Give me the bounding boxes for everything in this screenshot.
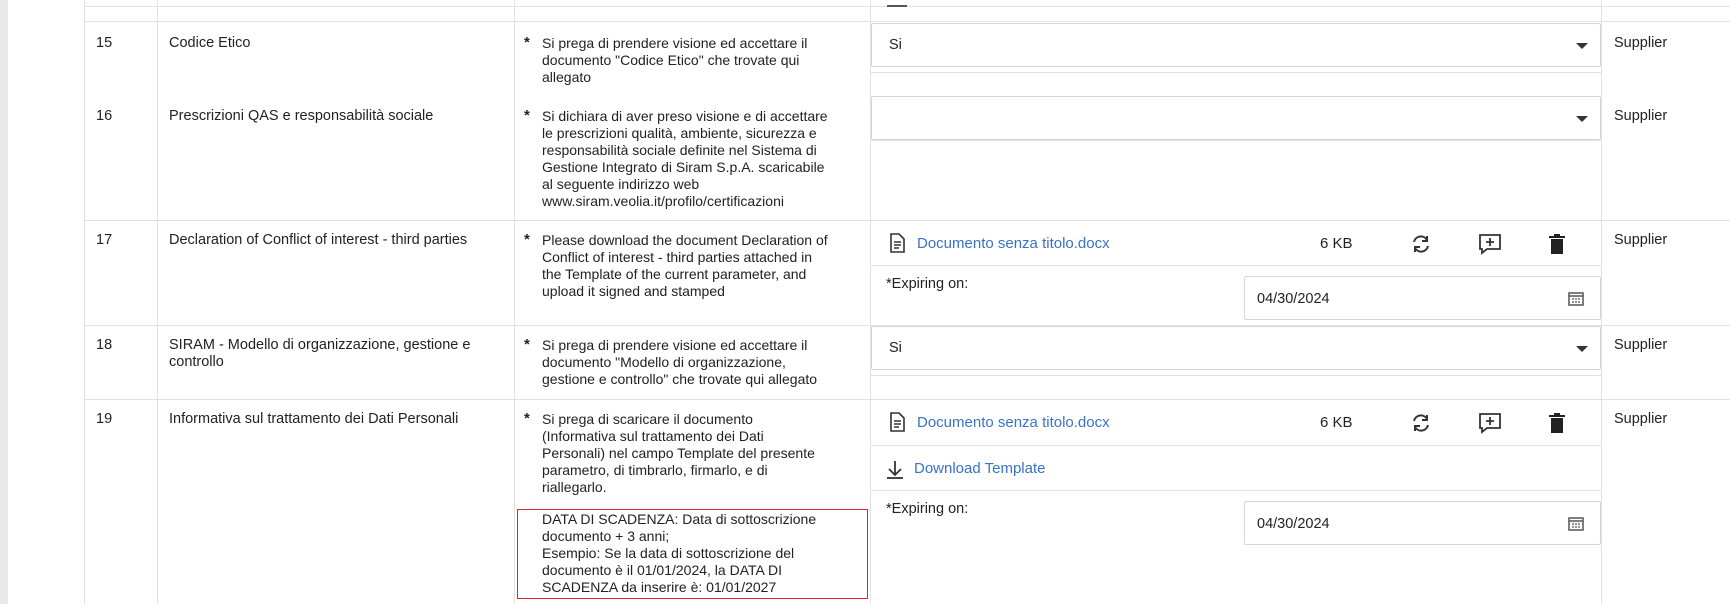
- row-number: 18: [96, 337, 113, 353]
- left-rail: [0, 0, 8, 604]
- replace-icon[interactable]: [1410, 233, 1432, 255]
- chevron-down-icon: [1576, 116, 1588, 122]
- grid-line: [1601, 0, 1602, 604]
- delete-icon[interactable]: [1548, 412, 1566, 434]
- assignee: Supplier: [1614, 411, 1668, 427]
- file-size: 6 KB: [1320, 235, 1353, 252]
- attachment-link[interactable]: Documento senza titolo.docx: [917, 414, 1110, 431]
- grid-line: [514, 0, 515, 604]
- required-marker: *: [524, 410, 530, 427]
- chevron-down-icon: [1576, 43, 1588, 49]
- row-divider: [84, 6, 1730, 7]
- cell-divider: [870, 490, 1601, 491]
- select-value: Si: [889, 340, 902, 356]
- answer-select[interactable]: Si: [871, 23, 1601, 67]
- assignee: Supplier: [1614, 108, 1668, 124]
- answer-select[interactable]: Si: [871, 326, 1601, 370]
- parameter-description: Si prega di scaricare il documento (Infor…: [542, 411, 815, 495]
- parameter-description: Si dichiara di aver preso visione e di a…: [542, 108, 828, 209]
- parameter-description: Si prega di prendere visione ed accettar…: [542, 35, 808, 85]
- parameter-name: Codice Etico: [169, 35, 251, 51]
- date-value: 04/30/2024: [1257, 291, 1330, 307]
- calendar-icon[interactable]: [1568, 516, 1584, 531]
- parameter-name: Informativa sul trattamento dei Dati Per…: [169, 411, 459, 427]
- parameter-name: Declaration of Conflict of interest - th…: [169, 232, 468, 248]
- answer-select[interactable]: [871, 96, 1601, 140]
- expiring-label: *Expiring on:: [886, 501, 969, 517]
- parameter-name: Prescrizioni QAS e responsabilità social…: [169, 108, 434, 124]
- cell-divider: [870, 265, 1601, 266]
- row-number: 19: [96, 411, 113, 427]
- expiry-note: DATA DI SCADENZA: Data di sottoscrizione…: [542, 511, 817, 595]
- cell-divider: [870, 445, 1601, 446]
- add-comment-icon[interactable]: [1478, 233, 1502, 255]
- row-divider: [84, 399, 1730, 400]
- required-marker: *: [524, 34, 530, 51]
- row-divider: [84, 220, 1730, 221]
- grid-line: [157, 0, 158, 604]
- required-marker: *: [524, 336, 530, 353]
- expiring-label: *Expiring on:: [886, 276, 969, 292]
- document-icon: [890, 233, 905, 253]
- delete-icon[interactable]: [1548, 233, 1566, 255]
- required-marker: *: [524, 231, 530, 248]
- expiring-date-input[interactable]: 04/30/2024: [1244, 276, 1601, 320]
- assignee: Supplier: [1614, 35, 1668, 51]
- parameter-description: Si prega di prendere visione ed accettar…: [542, 337, 818, 387]
- required-marker: *: [524, 107, 530, 124]
- download-template-link[interactable]: Download Template: [914, 460, 1045, 477]
- chevron-down-icon: [1576, 346, 1588, 352]
- cell-divider: [870, 72, 1601, 73]
- attachment-link[interactable]: Documento senza titolo.docx: [917, 235, 1110, 252]
- row-number: 16: [96, 108, 113, 124]
- date-value: 04/30/2024: [1257, 516, 1330, 532]
- scroll-remnant: [887, 5, 907, 7]
- expiring-date-input[interactable]: 04/30/2024: [1244, 501, 1601, 545]
- assignee: Supplier: [1614, 337, 1668, 353]
- cell-divider: [870, 140, 1601, 141]
- cell-divider: [870, 375, 1601, 376]
- grid-line: [84, 0, 85, 604]
- select-value: Si: [889, 37, 902, 53]
- assignee: Supplier: [1614, 232, 1668, 248]
- replace-icon[interactable]: [1410, 412, 1432, 434]
- row-divider: [84, 21, 1730, 22]
- file-size: 6 KB: [1320, 414, 1353, 431]
- grid-line: [870, 0, 871, 604]
- parameter-description: Please download the document Declaration…: [542, 232, 828, 299]
- row-number: 17: [96, 232, 113, 248]
- document-icon: [890, 412, 905, 432]
- parameter-name: SIRAM - Modello di organizzazione, gesti…: [169, 337, 471, 370]
- row-number: 15: [96, 35, 113, 51]
- add-comment-icon[interactable]: [1478, 412, 1502, 434]
- download-icon[interactable]: [886, 460, 904, 479]
- calendar-icon[interactable]: [1568, 291, 1584, 306]
